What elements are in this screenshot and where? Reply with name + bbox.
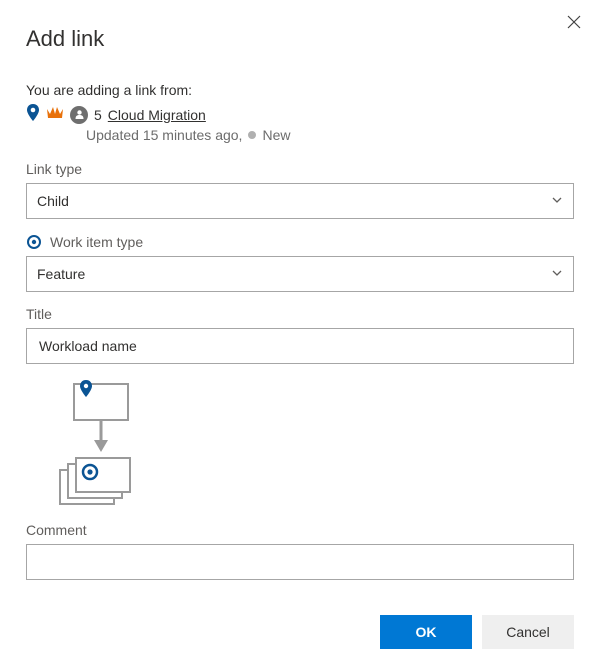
source-item-updated: Updated 15 minutes ago,	[86, 127, 242, 143]
target-icon	[26, 233, 42, 250]
state-dot-icon	[248, 131, 256, 139]
link-relationship-diagram	[46, 378, 166, 508]
ok-button[interactable]: OK	[380, 615, 472, 649]
cancel-button[interactable]: Cancel	[482, 615, 574, 649]
chevron-down-icon	[551, 266, 563, 282]
link-type-value: Child	[37, 193, 69, 209]
work-item-type-select[interactable]: Feature	[26, 256, 574, 292]
dialog-footer: OK Cancel	[380, 615, 574, 649]
title-input[interactable]	[37, 337, 563, 355]
comment-input[interactable]	[37, 553, 563, 571]
title-input-wrapper[interactable]	[26, 328, 574, 364]
link-type-label: Link type	[26, 161, 574, 177]
dialog-title: Add link	[26, 26, 574, 52]
comment-label: Comment	[26, 522, 574, 538]
title-label: Title	[26, 306, 574, 322]
work-item-type-value: Feature	[37, 266, 85, 282]
dialog-prompt: You are adding a link from:	[26, 82, 574, 98]
pin-icon	[26, 104, 40, 125]
avatar-icon	[70, 106, 88, 124]
source-item-meta: Updated 15 minutes ago, New	[86, 127, 574, 143]
source-work-item: 5 Cloud Migration	[26, 104, 574, 125]
source-item-state: New	[262, 127, 290, 143]
work-item-type-label: Work item type	[26, 233, 574, 250]
link-type-select[interactable]: Child	[26, 183, 574, 219]
chevron-down-icon	[551, 193, 563, 209]
crown-icon	[46, 106, 64, 123]
close-icon	[566, 14, 582, 30]
source-item-id: 5	[94, 107, 102, 123]
comment-input-wrapper[interactable]	[26, 544, 574, 580]
source-item-title-link[interactable]: Cloud Migration	[108, 107, 206, 123]
work-item-type-label-text: Work item type	[50, 234, 143, 250]
close-button[interactable]	[566, 14, 582, 30]
